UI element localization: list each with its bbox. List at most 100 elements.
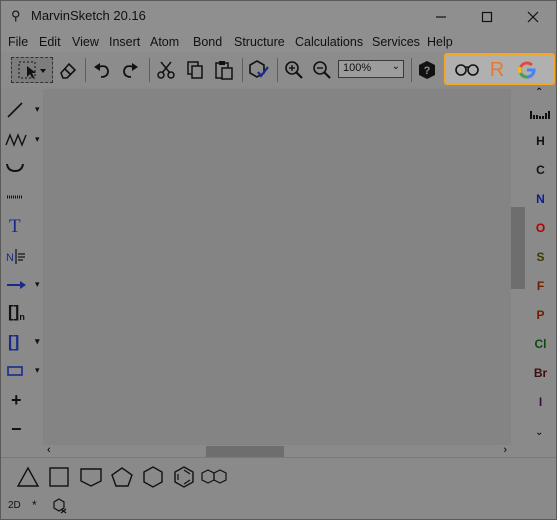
bracket-tool[interactable]: [] ▾	[5, 331, 41, 353]
g-icon	[518, 61, 536, 79]
menu-file[interactable]: File	[8, 35, 28, 49]
copy-button[interactable]	[182, 57, 208, 83]
zoom-select[interactable]: 100% ⌄	[338, 60, 404, 78]
menu-structure[interactable]: Structure	[234, 35, 285, 49]
cut-icon	[157, 61, 175, 79]
svg-text:N: N	[6, 252, 14, 264]
scroll-up-icon[interactable]: ⌃	[535, 87, 543, 98]
plus-tool[interactable]: +	[5, 389, 41, 411]
app-logo-icon: ⚲	[11, 8, 21, 23]
app-window: ⚲ MarvinSketch 20.16 File Edit View Inse…	[0, 0, 557, 520]
element-br[interactable]: Br	[525, 366, 556, 380]
title-bar: ⚲ MarvinSketch 20.16	[1, 1, 556, 32]
help-icon: ?	[419, 61, 435, 79]
ring-bond-icon	[6, 163, 24, 173]
hexagon-template[interactable]	[140, 464, 166, 490]
dropdown-arrow-icon: ▾	[35, 134, 40, 144]
svg-text:?: ?	[424, 65, 431, 77]
text-tool[interactable]: T	[5, 216, 41, 238]
bracket-n-subscript: n	[19, 312, 25, 322]
rectangle-tool[interactable]: ▾	[5, 360, 41, 382]
element-o[interactable]: O	[525, 221, 556, 235]
pentagon-icon	[111, 467, 133, 487]
square-icon	[49, 467, 69, 487]
element-s-label: S	[536, 250, 545, 264]
element-n-label: N	[536, 192, 545, 206]
undo-button[interactable]	[89, 57, 115, 83]
element-i[interactable]: I	[525, 395, 556, 409]
pentagon-open-template[interactable]	[78, 464, 104, 490]
menu-help[interactable]: Help	[427, 35, 453, 49]
single-bond-tool[interactable]: ▾	[5, 99, 41, 121]
scroll-left-icon[interactable]: ‹	[47, 444, 51, 456]
element-toolbar: ⌃ H C N O S F P Cl Br I ⌄	[525, 87, 556, 457]
element-f[interactable]: F	[525, 279, 556, 293]
menu-atom[interactable]: Atom	[150, 35, 179, 49]
menu-calculations[interactable]: Calculations	[295, 35, 363, 49]
g-button[interactable]	[516, 59, 538, 81]
redo-icon	[123, 63, 138, 78]
single-bond-icon	[7, 102, 23, 118]
mol-settings-button[interactable]	[53, 498, 67, 517]
left-toolbar: ▾ ▾ T N ▾ [] n [] ▾ ▾ + −	[1, 89, 43, 457]
vertical-scrollbar[interactable]	[511, 89, 525, 445]
bracket-icon: []	[8, 332, 20, 351]
clean-structure-button[interactable]	[246, 57, 272, 83]
square-template[interactable]	[46, 464, 72, 490]
vertical-scroll-thumb[interactable]	[511, 207, 525, 289]
zoom-out-icon	[313, 61, 331, 79]
element-s[interactable]: S	[525, 250, 556, 264]
maximize-button[interactable]	[464, 1, 510, 32]
element-p[interactable]: P	[525, 308, 556, 322]
close-button[interactable]	[510, 1, 556, 32]
highlighted-plugin-group: R	[444, 53, 555, 85]
element-c[interactable]: C	[525, 163, 556, 177]
drawing-canvas[interactable]	[43, 89, 511, 445]
dimension-mode: 2D	[8, 500, 21, 511]
toolbar-separator	[277, 58, 278, 82]
select-icon	[18, 61, 46, 79]
dashed-bond-tool[interactable]	[5, 186, 41, 208]
naphthalene-template[interactable]	[201, 464, 227, 490]
paste-button[interactable]	[211, 57, 237, 83]
minimize-button[interactable]	[418, 1, 464, 32]
zoom-in-button[interactable]	[281, 57, 307, 83]
chain-tool[interactable]: ▾	[5, 129, 41, 151]
element-h[interactable]: H	[525, 134, 556, 148]
r-icon: R	[489, 58, 505, 81]
benzene-icon	[174, 466, 194, 488]
eraser-button[interactable]	[55, 57, 81, 83]
redo-button[interactable]	[117, 57, 143, 83]
menu-view[interactable]: View	[72, 35, 99, 49]
menu-services[interactable]: Services	[372, 35, 420, 49]
menu-insert[interactable]: Insert	[109, 35, 140, 49]
triangle-template[interactable]	[15, 464, 41, 490]
minus-tool[interactable]: −	[5, 418, 41, 440]
dropdown-arrow-icon: ▾	[35, 279, 40, 289]
atom-label-tool[interactable]: N	[5, 245, 41, 267]
bracket-n-tool[interactable]: [] n	[5, 301, 41, 323]
cut-button[interactable]	[153, 57, 179, 83]
help-button[interactable]: ?	[415, 57, 439, 83]
element-cl-label: Cl	[534, 337, 547, 351]
zoom-out-button[interactable]	[309, 57, 335, 83]
arrow-tool[interactable]: ▾	[5, 274, 41, 296]
ring-bond-tool[interactable]	[5, 157, 41, 179]
pentagon-template[interactable]	[109, 464, 135, 490]
element-cl[interactable]: Cl	[525, 337, 556, 351]
scroll-right-icon[interactable]: ›	[503, 444, 507, 456]
periodic-table-button[interactable]	[529, 107, 551, 119]
glasses-button[interactable]	[453, 59, 481, 81]
menu-bond[interactable]: Bond	[193, 35, 222, 49]
select-tool-button[interactable]	[11, 57, 53, 83]
element-h-label: H	[536, 134, 545, 148]
element-c-label: C	[536, 163, 545, 177]
pentagon-open-icon	[80, 468, 102, 487]
benzene-template[interactable]	[171, 464, 197, 490]
arrow-icon	[7, 281, 26, 289]
scroll-down-icon[interactable]: ⌄	[535, 427, 543, 438]
menu-edit[interactable]: Edit	[39, 35, 61, 49]
r-button[interactable]: R	[486, 59, 508, 81]
undo-icon	[94, 63, 109, 78]
element-n[interactable]: N	[525, 192, 556, 206]
